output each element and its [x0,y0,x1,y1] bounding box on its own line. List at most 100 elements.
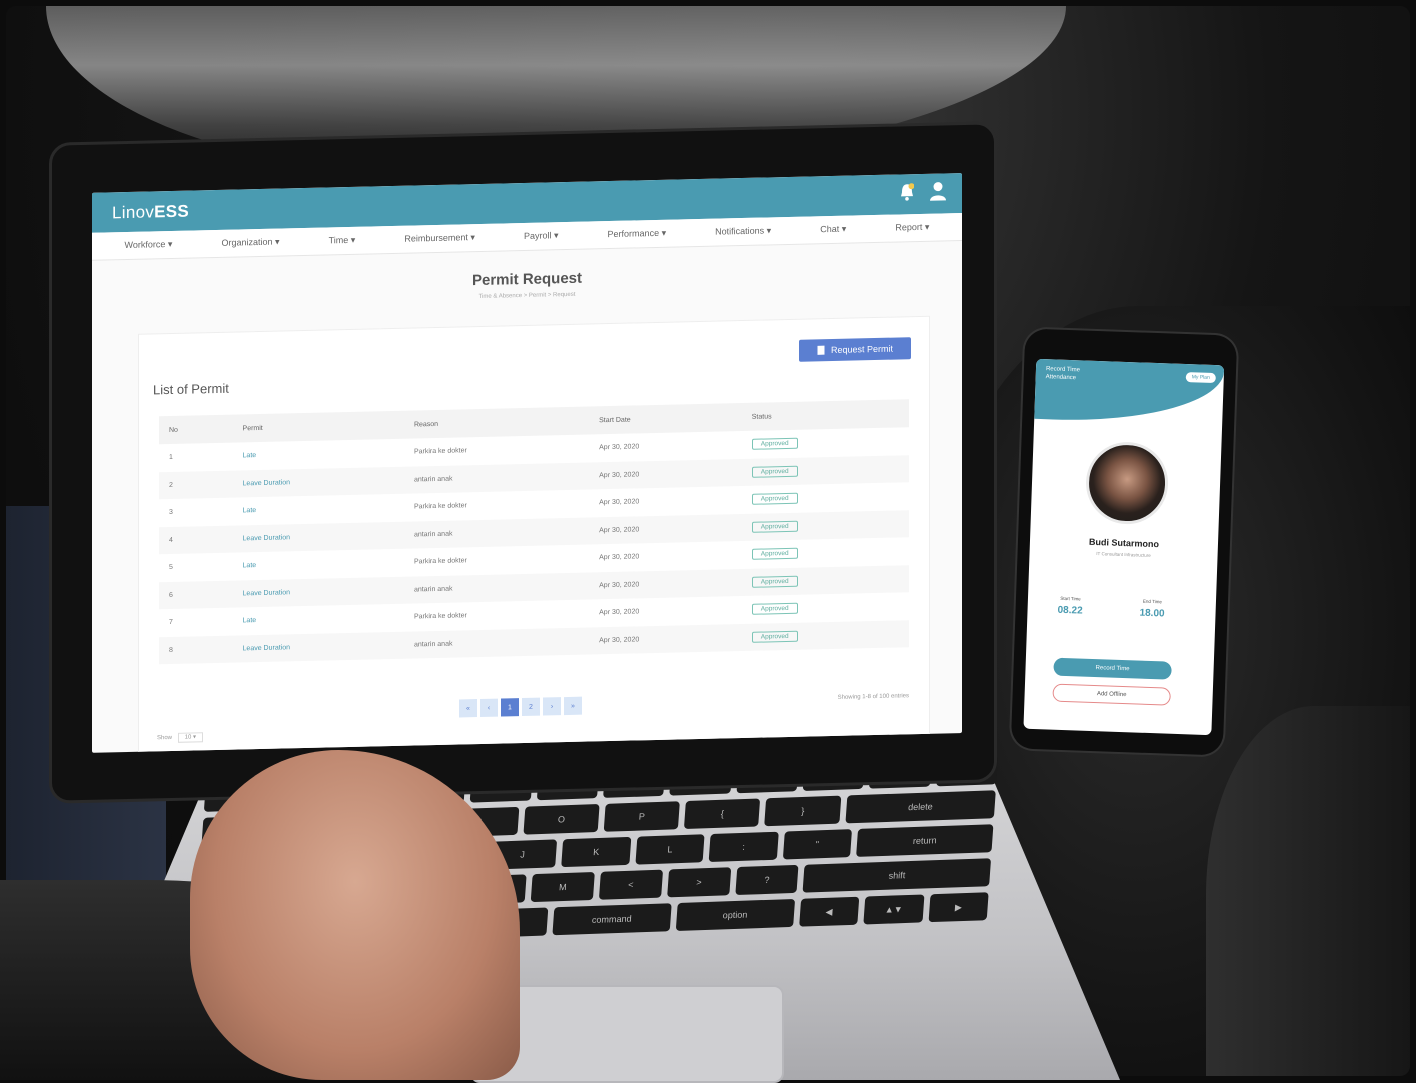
phone-title-line-2: Attendance [1045,374,1077,382]
key-question[interactable]: ? [734,864,799,896]
request-permit-label: Request Permit [830,343,894,356]
key-arrow-updown[interactable]: ▲▼ [863,894,925,925]
status-badge: Approved [751,630,798,643]
page-next-button[interactable]: › [543,697,561,716]
key-arrow-right[interactable]: ▶ [928,892,989,923]
cell-reason: Parkira ke dokter [413,447,467,456]
page-size-control: Show 10 ▾ [157,732,204,743]
key-p[interactable]: P [603,801,681,832]
laptop-lid: LinovESS Workforce ▾ Organization ▾ Time… [52,124,994,801]
key-m[interactable]: M [530,871,595,903]
nav-workforce[interactable]: Workforce ▾ [125,239,173,251]
entries-info: Showing 1-8 of 100 entries [837,693,909,701]
cell-date: Apr 30, 2020 [599,443,640,452]
key-option[interactable]: option [675,898,795,932]
permit-link[interactable]: Leave Duration [243,644,290,652]
cell-reason: Parkira ke dokter [413,557,467,566]
key-command[interactable]: command [552,903,672,936]
status-badge: Approved [751,465,798,478]
col-no[interactable]: No [159,414,233,445]
cell-no: 5 [169,564,173,572]
nav-time[interactable]: Time ▾ [329,235,356,247]
permit-link[interactable]: Leave Duration [243,479,290,487]
nav-notifications[interactable]: Notifications ▾ [715,225,771,237]
user-icon[interactable] [930,181,946,201]
page-1-button[interactable]: 1 [501,698,519,717]
status-badge: Approved [751,548,798,561]
page-2-button[interactable]: 2 [522,697,540,717]
status-badge: Approved [751,603,798,616]
cell-date: Apr 30, 2020 [599,553,640,562]
page-size-select[interactable]: 10 ▾ [177,732,204,743]
key-brace-close[interactable]: } [764,795,841,827]
pagination: « ‹ 1 2 › » [459,696,582,718]
cell-reason: antarin anak [403,461,590,494]
nav-payroll[interactable]: Payroll ▾ [524,230,559,242]
cell-reason: Parkira ke dokter [413,502,467,511]
nav-chat[interactable]: Chat ▾ [820,224,846,236]
right-sleeve [1206,706,1410,1076]
cell-reason: antarin anak [403,626,590,659]
employee-role: IT Consultant Infrastructure [1096,551,1151,558]
record-time-button[interactable]: Record Time [1053,657,1172,680]
end-time-value: 18.00 [1139,607,1165,620]
smartphone: Record Time Attendance My Plan Budi Suta… [1010,328,1238,756]
cell-reason: antarin anak [403,516,590,549]
document-icon [817,345,825,355]
avatar [1084,440,1170,526]
page-last-button[interactable]: » [564,696,582,716]
status-badge: Approved [751,575,798,588]
cell-no: 2 [159,470,233,500]
cell-date: Apr 30, 2020 [589,458,742,490]
laptop-screen: LinovESS Workforce ▾ Organization ▾ Time… [92,173,962,753]
col-reason[interactable]: Reason [403,406,590,439]
cell-date: Apr 30, 2020 [599,498,640,507]
status-badge: Approved [751,438,798,451]
cell-no: 6 [159,580,233,610]
permit-link[interactable]: Late [243,562,257,569]
col-permit[interactable]: Permit [232,410,404,443]
start-time-label: Start Time [1060,595,1081,602]
key-quote[interactable]: " [782,829,853,860]
key-o[interactable]: O [523,804,600,835]
nav-reimbursement[interactable]: Reimbursement ▾ [404,232,475,245]
permit-link[interactable]: Late [243,617,257,624]
start-time-block: Start Time 08.22 [1057,596,1083,617]
nav-report[interactable]: Report ▾ [895,222,929,234]
key-shift[interactable]: shift [803,858,992,893]
permit-link[interactable]: Leave Duration [243,589,290,597]
key-brace-open[interactable]: { [684,798,761,830]
cell-reason: antarin anak [403,571,590,604]
phone-header: Record Time Attendance My Plan [1034,358,1225,426]
phone-header-title: Record Time Attendance [1046,365,1081,382]
key-l[interactable]: L [635,834,705,865]
add-offline-button[interactable]: Add Offline [1052,683,1171,706]
page-prev-button[interactable]: ‹ [480,698,498,717]
col-status[interactable]: Status [741,399,909,432]
key-gt[interactable]: > [666,867,731,898]
key-k[interactable]: K [561,836,632,868]
bell-icon[interactable] [900,183,914,201]
key-return[interactable]: return [856,824,994,857]
phone-screen: Record Time Attendance My Plan Budi Suta… [1023,358,1225,736]
permit-link[interactable]: Leave Duration [243,534,290,542]
status-badge: Approved [751,493,798,506]
my-plan-button[interactable]: My Plan [1185,372,1216,384]
permit-list-card: List of Permit Request Permit No Permit … [138,315,930,753]
col-start-date[interactable]: Start Date [589,403,742,435]
nav-organization[interactable]: Organization ▾ [221,237,279,249]
key-delete[interactable]: delete [845,790,996,824]
permit-link[interactable]: Late [243,507,257,514]
key-colon[interactable]: : [708,831,779,863]
cell-no: 7 [169,619,173,627]
app-logo[interactable]: LinovESS [112,202,189,224]
key-lt[interactable]: < [598,869,663,900]
key-arrow-left[interactable]: ◀ [798,896,860,927]
request-permit-button[interactable]: Request Permit [799,337,911,362]
status-badge: Approved [751,520,798,533]
permit-link[interactable]: Late [243,452,257,459]
start-time-value: 08.22 [1057,604,1083,617]
nav-performance[interactable]: Performance ▾ [608,228,667,240]
page-first-button[interactable]: « [459,699,477,718]
cell-reason: Parkira ke dokter [413,612,467,621]
